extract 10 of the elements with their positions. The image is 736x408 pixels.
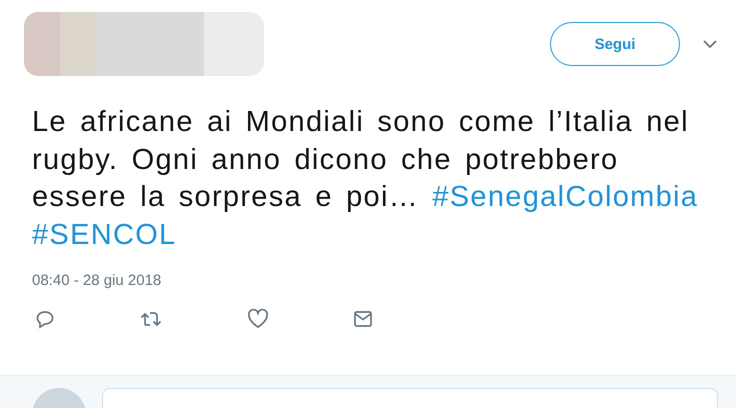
follow-button[interactable]: Segui bbox=[550, 22, 680, 66]
tweet-timestamp: 08:40 - 28 giu 2018 bbox=[32, 272, 162, 289]
reply-icon[interactable] bbox=[35, 309, 55, 329]
tweet-text: Le africane ai Mondiali sono come l’Italia nel rugby. Ogni anno dicono che potrebbero essere la sorpresa e poi… #SenegalColombia #SENCOL bbox=[32, 105, 700, 252]
retweet-icon[interactable] bbox=[139, 309, 163, 329]
heart-icon[interactable] bbox=[247, 309, 269, 329]
mail-icon[interactable] bbox=[353, 309, 373, 329]
chevron-down-icon[interactable] bbox=[702, 39, 718, 49]
hashtag-link[interactable]: #SENCOL bbox=[32, 218, 176, 250]
hashtag-link[interactable]: #SenegalColombia bbox=[432, 181, 698, 213]
